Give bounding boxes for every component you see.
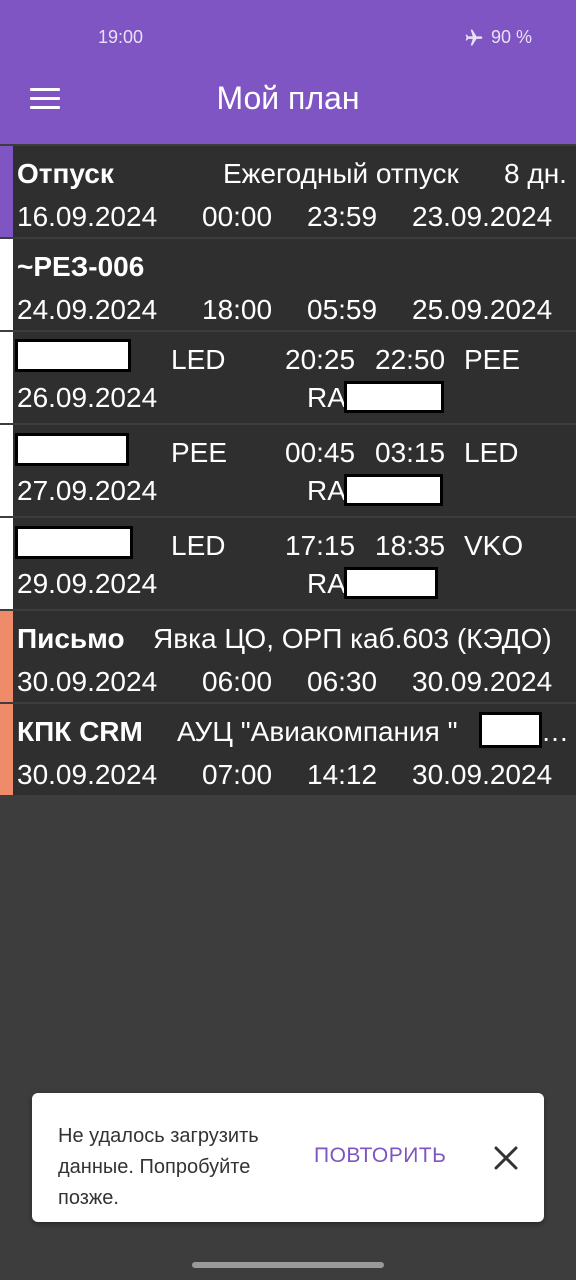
item-end-date: 23.09.2024 (412, 201, 553, 232)
plan-item-flight[interactable]: LED 20:25 22:50 PEE 26.09.2024 RA (0, 332, 576, 423)
flight-to: PEE (464, 344, 521, 375)
plan-item-reserve[interactable]: ~РЕЗ-006 24.09.2024 18:00 05:59 25.09.20… (0, 239, 576, 330)
item-description: Ежегодный отпуск (223, 158, 459, 189)
item-title: Письмо (17, 623, 125, 654)
flight-arrival-time: 18:35 (375, 530, 446, 561)
plan-item-vacation[interactable]: Отпуск Ежегодный отпуск 8 дн. 16.09.2024… (0, 146, 576, 237)
item-end-time: 05:59 (307, 294, 378, 325)
item-title: КПК CRM (17, 716, 143, 747)
redacted-flight-number (15, 526, 133, 559)
aircraft-registration: RA (307, 382, 346, 413)
battery-level: 90 % (490, 27, 532, 47)
flight-departure-time: 17:15 (285, 530, 356, 561)
app-bar: 19:00 90 % Мой план (0, 0, 576, 144)
flight-departure-time: 00:45 (285, 437, 356, 468)
redacted-aircraft-registration (344, 381, 444, 413)
plan-item-training[interactable]: КПК CRM АУЦ "Авиакомпания " … 30.09.2024… (0, 704, 576, 795)
gesture-navigation-handle[interactable] (192, 1262, 384, 1268)
item-description: АУЦ "Авиакомпания " (177, 716, 458, 747)
airplane-mode-icon (465, 29, 483, 45)
flight-from: PEE (171, 437, 228, 468)
item-end-time: 14:12 (307, 759, 378, 790)
flight-arrival-time: 03:15 (375, 437, 446, 468)
item-end-date: 25.09.2024 (412, 294, 553, 325)
redacted-flight-number (15, 433, 129, 466)
item-description-ellipsis: … (541, 716, 569, 747)
aircraft-registration: RA (307, 475, 346, 506)
item-end-date: 30.09.2024 (412, 666, 553, 697)
error-snackbar: Не удалось загрузить данные. Попробуйте … (32, 1093, 544, 1222)
item-title: ~РЕЗ-006 (17, 251, 145, 282)
flight-arrival-time: 22:50 (375, 344, 446, 375)
redacted-flight-number (15, 339, 131, 372)
aircraft-registration: RA (307, 568, 346, 599)
item-end-time: 23:59 (307, 201, 378, 232)
item-start-time: 07:00 (202, 759, 273, 790)
redacted-aircraft-registration (344, 474, 443, 506)
plan-item-flight[interactable]: LED 17:15 18:35 VKO 29.09.2024 RA (0, 518, 576, 609)
plan-item-flight[interactable]: PEE 00:45 03:15 LED 27.09.2024 RA (0, 425, 576, 516)
redacted-aircraft-registration (344, 567, 438, 599)
item-title: Отпуск (17, 158, 114, 189)
plan-list: Отпуск Ежегодный отпуск 8 дн. 16.09.2024… (0, 146, 576, 797)
redacted-airline-name (479, 712, 542, 748)
item-start-date: 30.09.2024 (17, 666, 158, 697)
item-start-time: 00:00 (202, 201, 273, 232)
flight-date: 26.09.2024 (17, 382, 158, 413)
item-start-time: 06:00 (202, 666, 273, 697)
item-start-date: 30.09.2024 (17, 759, 158, 790)
flight-to: VKO (464, 530, 524, 561)
item-duration: 8 дн. (504, 158, 567, 189)
flight-date: 29.09.2024 (17, 568, 158, 599)
item-end-time: 06:30 (307, 666, 378, 697)
flight-to: LED (464, 437, 519, 468)
page-title: Мой план (216, 80, 360, 116)
flight-departure-time: 20:25 (285, 344, 356, 375)
item-end-date: 30.09.2024 (412, 759, 553, 790)
item-start-time: 18:00 (202, 294, 273, 325)
flight-from: LED (171, 530, 226, 561)
snackbar-message: Не удалось загрузить данные. Попробуйте … (58, 1125, 259, 1209)
item-description: Явка ЦО, ОРП каб.603 (КЭДО) (153, 623, 552, 654)
flight-date: 27.09.2024 (17, 475, 158, 506)
status-icons: 90 % (463, 27, 532, 48)
retry-button[interactable]: ПОВТОРИТЬ (314, 1144, 446, 1168)
flight-from: LED (171, 344, 226, 375)
status-time: 19:00 (98, 27, 144, 47)
plan-item-letter[interactable]: Письмо Явка ЦО, ОРП каб.603 (КЭДО) 30.09… (0, 611, 576, 702)
item-start-date: 24.09.2024 (17, 294, 158, 325)
item-start-date: 16.09.2024 (17, 201, 158, 232)
close-icon[interactable] (488, 1140, 524, 1176)
